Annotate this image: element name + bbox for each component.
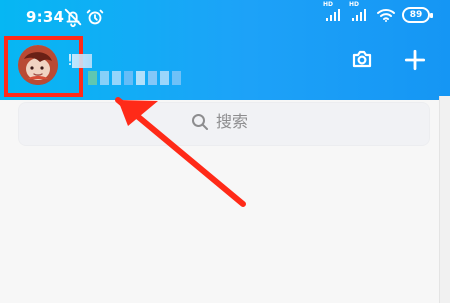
status-right-group: HD HD 89 (323, 1, 433, 23)
status-time: 9:34 (26, 8, 65, 26)
mute-icon (62, 6, 84, 28)
plus-icon (402, 47, 428, 73)
wifi-icon (376, 7, 396, 23)
add-button[interactable] (402, 47, 428, 73)
signal-icon: HD (323, 1, 344, 23)
battery-level: 89 (409, 10, 423, 20)
signal-icon-secondary: HD (349, 1, 370, 23)
profile-subtitle-mosaic (88, 71, 188, 85)
profile-name-mosaic (72, 54, 92, 68)
camera-icon (350, 47, 374, 71)
camera-button[interactable] (350, 47, 374, 71)
alarm-icon (84, 6, 106, 28)
battery-icon: 89 (402, 7, 433, 23)
avatar[interactable] (18, 45, 58, 85)
status-bar: 9:34 HD HD 89 (0, 0, 450, 36)
app-screen: 9:34 HD HD 89 ! 搜索 (0, 0, 450, 303)
avatar-highlight: ! (4, 36, 92, 97)
arrow-icon (98, 84, 248, 208)
scrollbar[interactable] (439, 96, 450, 303)
